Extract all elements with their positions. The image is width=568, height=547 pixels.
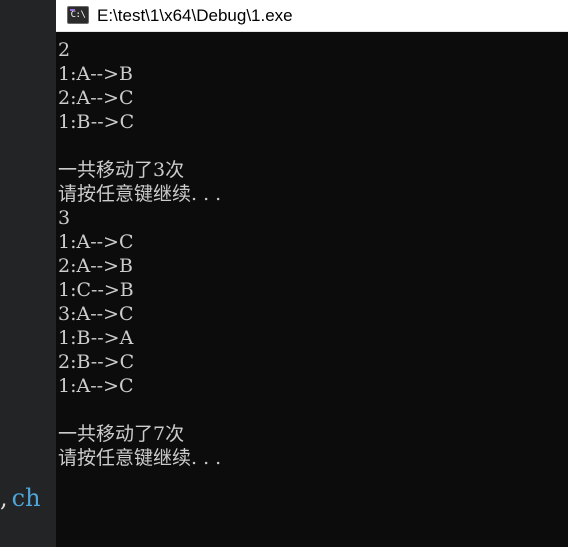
console-line: 请按任意键继续. . . xyxy=(58,183,222,205)
console-line: 2 xyxy=(58,39,71,61)
desktop: , ch C:\ E:\test\1\x64\Debug\1.exe 2 1:A-… xyxy=(0,0,568,547)
console-line: 3 xyxy=(58,207,71,229)
console-line: 请按任意键继续. . . xyxy=(58,447,222,469)
console-line: 1:A-->C xyxy=(58,231,134,253)
console-window[interactable]: C:\ E:\test\1\x64\Debug\1.exe 2 1:A-->B … xyxy=(56,0,568,547)
console-line: 3:A-->C xyxy=(58,303,134,325)
console-line: 一共移动了3次 xyxy=(58,159,185,181)
editor-ch-text: ch xyxy=(11,484,41,512)
console-line: 1:A-->C xyxy=(58,375,134,397)
console-output[interactable]: 2 1:A-->B 2:A-->C 1:B-->C 一共移动了3次 请按任意键继… xyxy=(58,38,558,470)
editor-comma-text: , xyxy=(0,484,8,512)
console-line: 1:B-->A xyxy=(58,327,134,349)
console-line: 1:C-->B xyxy=(58,279,134,301)
scrollbar[interactable] xyxy=(564,32,568,547)
window-title: E:\test\1\x64\Debug\1.exe xyxy=(97,6,293,25)
console-line: 2:A-->C xyxy=(58,87,134,109)
editor-code-fragment: , ch xyxy=(0,480,41,516)
console-line: 一共移动了7次 xyxy=(58,423,185,445)
console-line: 1:B-->C xyxy=(58,111,135,133)
console-line: 2:B-->C xyxy=(58,351,135,373)
console-line: 1:A-->B xyxy=(58,63,133,85)
background-code-editor: , ch xyxy=(0,0,56,547)
console-line: 2:A-->B xyxy=(58,255,133,277)
title-bar[interactable]: C:\ E:\test\1\x64\Debug\1.exe xyxy=(56,0,568,32)
console-app-icon[interactable]: C:\ xyxy=(67,6,89,24)
